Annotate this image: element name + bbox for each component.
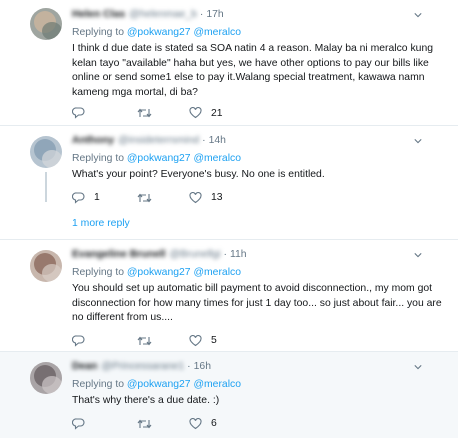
- tweet-text: You should set up automatic bill payment…: [72, 283, 442, 324]
- tweet-header: Anthony @insideterrsmind · 14h: [72, 134, 446, 148]
- mention-link[interactable]: @pokwang27: [127, 267, 191, 278]
- retweet-icon: [137, 193, 152, 202]
- retweet-button[interactable]: [137, 192, 161, 204]
- heart-icon: [189, 107, 202, 119]
- mention-link[interactable]: @meralco: [193, 267, 241, 278]
- heart-icon: [189, 191, 202, 203]
- tweet-header: Evangeline Brunell @Brunellgi · 11h: [72, 248, 446, 262]
- tweet-text: I think d due date is stated sa SOA nati…: [72, 43, 433, 98]
- retweet-icon: [137, 108, 152, 118]
- tweet[interactable]: Anthony @insideterrsmind · 14h Replying to …: [0, 126, 458, 240]
- mention-link[interactable]: @pokwang27: [127, 379, 191, 390]
- tweet-actions: 21: [72, 107, 446, 121]
- mention-link[interactable]: @pokwang27: [127, 153, 191, 164]
- mention-link[interactable]: @pokwang27: [127, 27, 191, 38]
- tweet-actions: 5: [72, 334, 446, 349]
- tweet-header: Dean @Princessarane1 · 16h: [72, 360, 446, 374]
- user-handle[interactable]: @Brunellgi: [170, 248, 221, 262]
- user-handle[interactable]: @Princessarane1: [101, 360, 184, 374]
- like-button[interactable]: 5: [189, 334, 217, 347]
- avatar[interactable]: [30, 8, 62, 40]
- reply-button[interactable]: [72, 335, 94, 347]
- tweet[interactable]: Helen Clas @helenmae_b · 17h Replying to @p…: [0, 0, 458, 126]
- replying-to: Replying to @pokwang27 @meralco: [72, 267, 241, 278]
- tweet[interactable]: Dean @Princessarane1 · 16h Replying to @pok…: [0, 352, 458, 438]
- user-handle[interactable]: @insideterrsmind: [118, 134, 199, 148]
- tweet-header: Helen Clas @helenmae_b · 17h: [72, 8, 446, 22]
- retweet-button[interactable]: [137, 418, 161, 430]
- tweet-text: What's your point? Everyone's busy. No o…: [72, 169, 325, 180]
- display-name[interactable]: Dean: [72, 360, 97, 374]
- avatar[interactable]: [30, 136, 62, 168]
- like-button[interactable]: 13: [189, 191, 223, 204]
- retweet-icon: [137, 419, 152, 428]
- reply-icon: [72, 192, 85, 204]
- heart-icon: [189, 417, 202, 429]
- tweet-actions: 6: [72, 417, 446, 432]
- tweet-text: That's why there's a due date. :): [72, 395, 220, 406]
- avatar[interactable]: [30, 250, 62, 282]
- like-button[interactable]: 6: [189, 417, 217, 430]
- mention-link[interactable]: @meralco: [193, 27, 241, 38]
- thread-line: [45, 172, 47, 202]
- replying-to: Replying to @pokwang27 @meralco: [72, 153, 241, 164]
- display-name[interactable]: Anthony: [72, 134, 114, 148]
- display-name[interactable]: Evangeline Brunell: [72, 248, 166, 262]
- user-handle[interactable]: @helenmae_b: [129, 8, 197, 22]
- mention-link[interactable]: @meralco: [193, 153, 241, 164]
- chevron-down-icon[interactable]: [414, 363, 422, 371]
- reply-icon: [72, 418, 85, 430]
- timestamp[interactable]: 14h: [209, 135, 226, 146]
- reply-feed: Helen Clas @helenmae_b · 17h Replying to @p…: [0, 0, 458, 438]
- mention-link[interactable]: @meralco: [193, 379, 241, 390]
- replying-to: Replying to @pokwang27 @meralco: [72, 379, 241, 390]
- timestamp[interactable]: 11h: [230, 249, 247, 260]
- retweet-button[interactable]: [137, 335, 161, 347]
- retweet-icon: [137, 336, 152, 346]
- more-replies-link[interactable]: 1 more reply: [72, 218, 130, 229]
- reply-button[interactable]: [72, 107, 94, 120]
- timestamp[interactable]: 17h: [206, 9, 223, 20]
- avatar[interactable]: [30, 362, 62, 394]
- chevron-down-icon[interactable]: [414, 11, 422, 19]
- reply-button[interactable]: [72, 418, 94, 430]
- chevron-down-icon[interactable]: [414, 251, 422, 259]
- heart-icon: [189, 334, 202, 346]
- display-name[interactable]: Helen Clas: [72, 8, 125, 22]
- timestamp[interactable]: 16h: [194, 361, 211, 372]
- reply-button[interactable]: 1: [72, 192, 100, 204]
- chevron-down-icon[interactable]: [414, 137, 422, 145]
- replying-to: Replying to @pokwang27 @meralco: [72, 27, 241, 38]
- reply-icon: [72, 335, 85, 347]
- reply-icon: [72, 107, 85, 120]
- like-button[interactable]: 21: [189, 107, 223, 119]
- tweet[interactable]: Evangeline Brunell @Brunellgi · 11h Replyin…: [0, 240, 458, 352]
- tweet-actions: 1 13: [72, 191, 446, 206]
- retweet-button[interactable]: [137, 107, 161, 119]
